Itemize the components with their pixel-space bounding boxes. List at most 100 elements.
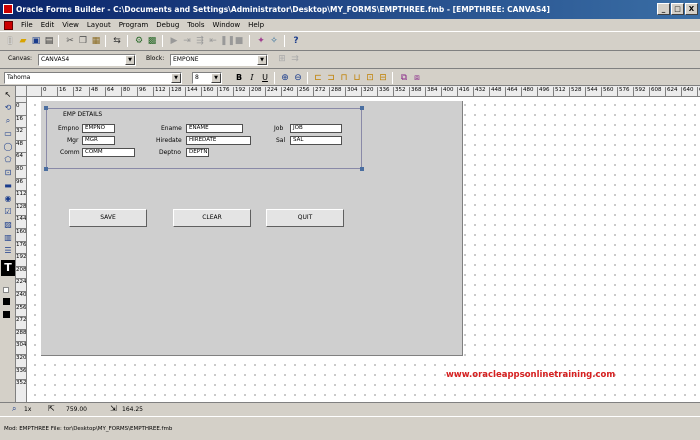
step-out-icon[interactable]: ⇤ bbox=[207, 35, 219, 47]
connect-icon[interactable]: ⇆ bbox=[111, 35, 123, 47]
y-position-value: 164.25 bbox=[122, 406, 143, 413]
send-back-icon[interactable]: ⧈ bbox=[411, 72, 423, 84]
menu-layout[interactable]: Layout bbox=[87, 21, 111, 29]
bring-front-icon[interactable]: ⧉ bbox=[398, 72, 410, 84]
menu-edit[interactable]: Edit bbox=[41, 21, 55, 29]
step-over-icon[interactable]: ⇶ bbox=[194, 35, 206, 47]
font-size-value: 8 bbox=[195, 74, 199, 81]
magnify-tool-icon[interactable]: ⌕ bbox=[1, 114, 15, 127]
menu-debug[interactable]: Debug bbox=[156, 21, 179, 29]
close-button[interactable]: X bbox=[685, 3, 698, 15]
select-tool-icon[interactable]: ↖ bbox=[1, 88, 15, 101]
pause-icon[interactable]: ❚❚ bbox=[220, 35, 235, 47]
minimize-button[interactable]: _ bbox=[657, 3, 670, 15]
align-right-icon[interactable]: ⊓ bbox=[338, 72, 350, 84]
align-bottom-icon[interactable]: ⊟ bbox=[377, 72, 389, 84]
menu-view[interactable]: View bbox=[62, 21, 79, 29]
form-canvas[interactable]: EMP DETAILS Empno EMPNO Mgr MGR Comm COM… bbox=[41, 101, 463, 356]
chevron-down-icon[interactable]: ▼ bbox=[125, 55, 135, 65]
compile-icon[interactable]: ⚙ bbox=[133, 35, 145, 47]
deptno-field[interactable]: DEPTN bbox=[186, 148, 209, 157]
align-middle-icon[interactable]: ⊡ bbox=[364, 72, 376, 84]
save-icon[interactable]: ▣ bbox=[30, 35, 42, 47]
sal-field[interactable]: SAL bbox=[290, 136, 342, 145]
zoom-out-icon[interactable]: ⊖ bbox=[292, 72, 304, 84]
new-icon[interactable]: ▯ bbox=[4, 35, 16, 47]
ruler-tick-label: 0 bbox=[41, 87, 47, 96]
copy-icon[interactable]: ❐ bbox=[77, 35, 89, 47]
selection-handle[interactable] bbox=[44, 106, 48, 110]
job-field[interactable]: JOB bbox=[290, 124, 342, 133]
ellipse-tool-icon[interactable]: ◯ bbox=[1, 140, 15, 153]
save-button[interactable]: SAVE bbox=[69, 209, 147, 227]
image-tool-icon[interactable]: ▨ bbox=[1, 218, 15, 231]
ruler-tick-label: 368 bbox=[409, 87, 422, 96]
menu-help[interactable]: Help bbox=[248, 21, 264, 29]
selection-handle[interactable] bbox=[360, 106, 364, 110]
radio-tool-icon[interactable]: ◉ bbox=[1, 192, 15, 205]
line-color-swatch[interactable] bbox=[3, 298, 10, 305]
polygon-tool-icon[interactable]: ⬠ bbox=[1, 153, 15, 166]
zoom-in-icon[interactable]: ⊕ bbox=[279, 72, 291, 84]
align-top-icon[interactable]: ⊔ bbox=[351, 72, 363, 84]
comm-field[interactable]: COMM bbox=[82, 148, 135, 157]
mgr-field[interactable]: MGR bbox=[82, 136, 115, 145]
selection-handle[interactable] bbox=[360, 167, 364, 171]
open-icon[interactable]: ▰ bbox=[17, 35, 29, 47]
selection-handle[interactable] bbox=[44, 167, 48, 171]
hiredate-field[interactable]: HIREDATE bbox=[186, 136, 251, 145]
font-size-select[interactable]: 8 ▼ bbox=[192, 72, 222, 84]
empno-field[interactable]: EMPNO bbox=[82, 124, 115, 133]
block-select[interactable]: EMPONE ▼ bbox=[170, 54, 268, 66]
maximize-button[interactable]: □ bbox=[671, 3, 684, 15]
list-tool-icon[interactable]: ☰ bbox=[1, 244, 15, 257]
chevron-down-icon[interactable]: ▼ bbox=[211, 73, 221, 83]
text-tool-icon[interactable]: T bbox=[1, 260, 15, 276]
run-form-icon[interactable]: ▩ bbox=[146, 35, 158, 47]
chart-tool-icon[interactable]: ▥ bbox=[1, 231, 15, 244]
zoom-value: 1x bbox=[24, 406, 32, 413]
menu-app-icon[interactable] bbox=[4, 20, 13, 30]
step-into-icon[interactable]: ⇥ bbox=[181, 35, 193, 47]
context-bar: Canvas: CANVAS4 ▼ Block: EMPONE ▼ ⊞ ⇉ bbox=[0, 51, 700, 69]
align-center-icon[interactable]: ⊐ bbox=[325, 72, 337, 84]
font-name-select[interactable]: Tahoma ▼ bbox=[4, 72, 182, 84]
tool-palette: ↖ ⟲ ⌕ ▭ ◯ ⬠ ⊡ ▬ ◉ ☑ ▨ ▥ ☰ T ▾ ▾ ▾ bbox=[0, 86, 20, 402]
common-coords-icon[interactable]: ⊞ bbox=[276, 53, 288, 65]
go-icon[interactable]: ▶ bbox=[168, 35, 180, 47]
paste-icon[interactable]: ▦ bbox=[90, 35, 102, 47]
cut-icon[interactable]: ✂ bbox=[64, 35, 76, 47]
frame-tool-icon[interactable]: ⊡ bbox=[1, 166, 15, 179]
menu-file[interactable]: File bbox=[21, 21, 33, 29]
bold-button[interactable]: B bbox=[233, 72, 245, 84]
align-left-icon[interactable]: ⊏ bbox=[312, 72, 324, 84]
wizard-icon[interactable]: ✦ bbox=[255, 35, 267, 47]
canvas-select[interactable]: CANVAS4 ▼ bbox=[38, 54, 136, 66]
chevron-down-icon[interactable]: ▼ bbox=[171, 73, 181, 83]
text-color-swatch[interactable] bbox=[3, 311, 10, 318]
menu-window[interactable]: Window bbox=[213, 21, 241, 29]
ruler-tick-label: 288 bbox=[16, 328, 27, 336]
ruler-tick-label: 400 bbox=[441, 87, 454, 96]
zoom-icon: ⌕ bbox=[12, 404, 17, 413]
stop-icon[interactable]: ■ bbox=[233, 35, 245, 47]
tab-order-icon[interactable]: ⇉ bbox=[289, 53, 301, 65]
ruler-tick-label: 640 bbox=[681, 87, 694, 96]
italic-button[interactable]: I bbox=[246, 72, 258, 84]
clear-button[interactable]: CLEAR bbox=[173, 209, 251, 227]
layout-wizard-icon[interactable]: ✧ bbox=[268, 35, 280, 47]
ename-field[interactable]: ENAME bbox=[186, 124, 243, 133]
button-tool-icon[interactable]: ▬ bbox=[1, 179, 15, 192]
help-icon[interactable]: ? bbox=[290, 35, 302, 47]
chevron-down-icon[interactable]: ▼ bbox=[257, 55, 267, 65]
rectangle-tool-icon[interactable]: ▭ bbox=[1, 127, 15, 140]
quit-button[interactable]: QUIT bbox=[266, 209, 344, 227]
underline-button[interactable]: U bbox=[259, 72, 271, 84]
vertical-ruler: 0 16 32 48 64 80 96 112 128 144 160 176 192 208 224 240… bbox=[16, 97, 27, 402]
menu-program[interactable]: Program bbox=[119, 21, 149, 29]
menu-tools[interactable]: Tools bbox=[187, 21, 204, 29]
rotate-tool-icon[interactable]: ⟲ bbox=[1, 101, 15, 114]
checkbox-tool-icon[interactable]: ☑ bbox=[1, 205, 15, 218]
fill-color-swatch[interactable] bbox=[3, 287, 9, 293]
print-icon[interactable]: ▤ bbox=[43, 35, 55, 47]
